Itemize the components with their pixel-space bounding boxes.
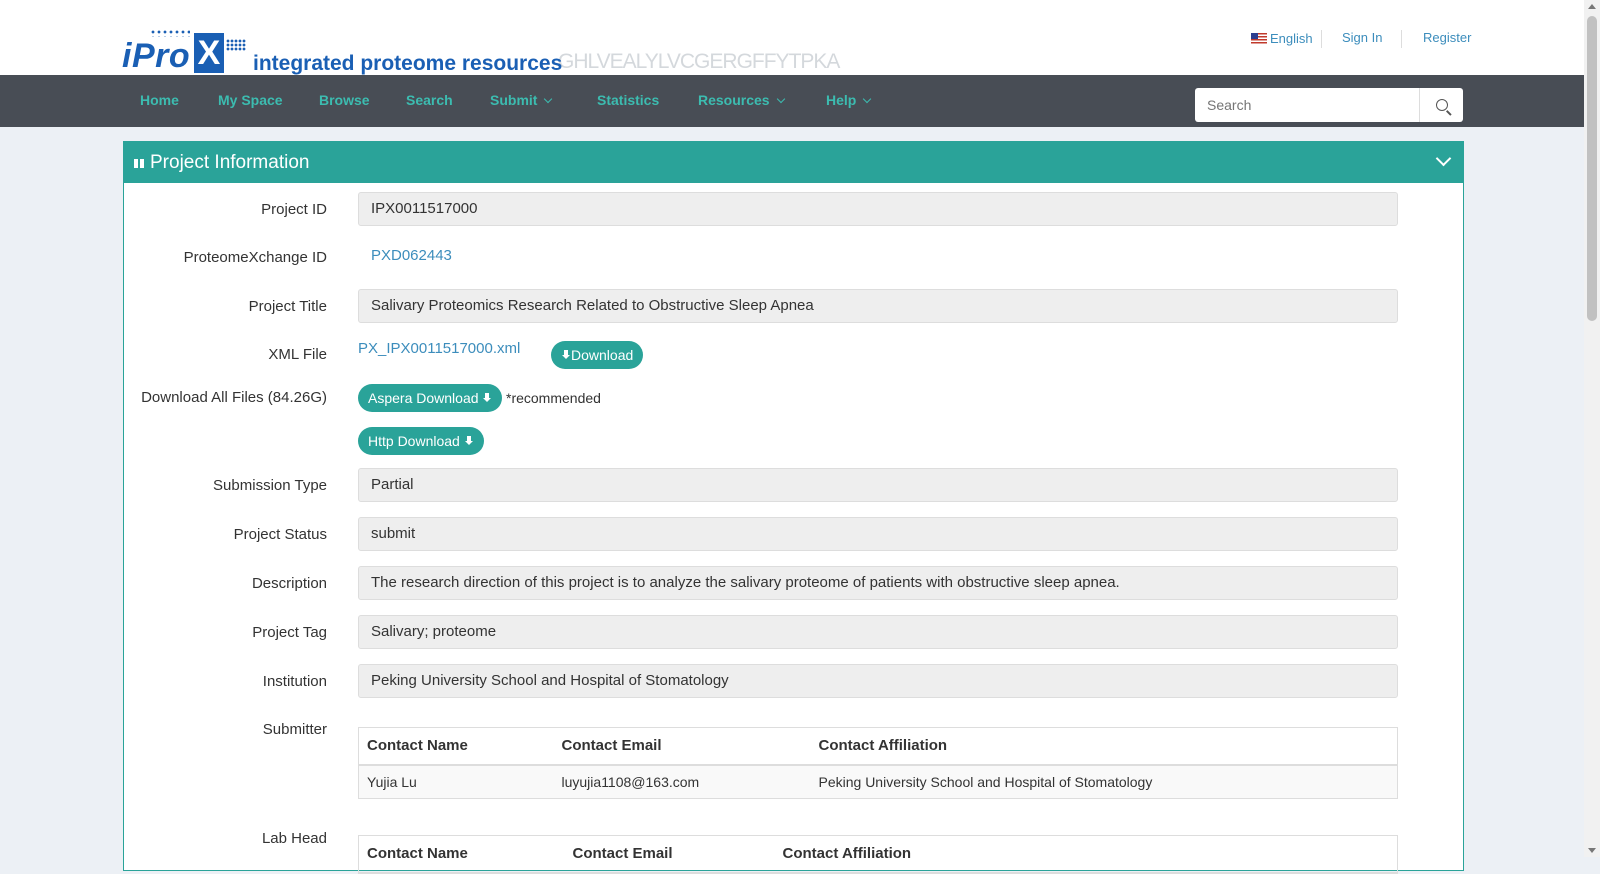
chevron-down-icon: [863, 94, 872, 104]
scrollbar-thumb[interactable]: [1587, 16, 1597, 321]
scroll-down-icon[interactable]: [1588, 848, 1596, 853]
divider: [1401, 30, 1402, 48]
column-header: Contact Email: [564, 835, 775, 874]
nav-browse[interactable]: Browse: [319, 92, 370, 108]
download-all-label: Download All Files (84.26G): [141, 389, 327, 406]
nav-resources[interactable]: Resources: [698, 92, 785, 108]
panel-header[interactable]: Project Information: [124, 142, 1463, 183]
register-link[interactable]: Register: [1423, 30, 1471, 45]
project-id-label: Project ID: [261, 201, 327, 218]
top-header: GHLVEALYLVCGERGFFYTPKA iPro X integrated…: [0, 0, 1584, 75]
project-status-field: submit: [358, 517, 1398, 551]
http-download-label: Http Download: [368, 433, 460, 449]
logo-dots-icon: [150, 29, 190, 37]
submission-type-field: Partial: [358, 468, 1398, 502]
description-label: Description: [251, 575, 327, 592]
project-id-field: IPX0011517000: [358, 192, 1398, 226]
sign-in-link[interactable]: Sign In: [1342, 30, 1382, 45]
http-download-button[interactable]: Http Download: [358, 427, 484, 455]
download-icon: [561, 350, 571, 361]
language-label: English: [1270, 31, 1313, 46]
project-tag-field: Salivary; proteome: [358, 615, 1398, 649]
column-header: Contact Name: [358, 835, 565, 874]
us-flag-icon: [1251, 33, 1267, 44]
panel-title: Project Information: [150, 152, 310, 173]
xml-download-label: Download: [571, 347, 634, 363]
gift-icon: [134, 156, 144, 168]
chevron-down-icon: [776, 94, 785, 104]
logo-subtitle: integrated proteome resources: [253, 52, 563, 75]
project-tag-label: Project Tag: [252, 624, 327, 641]
contact-affiliation-cell: Peking University School and Hospital of…: [810, 764, 1398, 799]
table-row: Yujia Lu luyujia1108@163.com Peking Univ…: [358, 764, 1398, 799]
divider: [1321, 30, 1322, 48]
institution-label: Institution: [262, 673, 327, 690]
project-information-panel: Project Information Project ID IPX001151…: [123, 141, 1464, 874]
nav-statistics[interactable]: Statistics: [597, 92, 659, 108]
column-header: Contact Name: [358, 727, 554, 766]
column-header: Contact Affiliation: [774, 835, 1398, 874]
submitter-table: Contact Name Contact Email Contact Affil…: [358, 727, 1398, 799]
logo-dots-icon: [226, 39, 246, 51]
xml-file-label: XML File: [268, 346, 327, 363]
nav-resources-label: Resources: [698, 92, 770, 108]
nav-home[interactable]: Home: [140, 92, 179, 108]
project-status-label: Project Status: [233, 526, 327, 543]
download-icon: [464, 436, 474, 447]
scroll-up-icon[interactable]: [1588, 4, 1596, 9]
institution-field: Peking University School and Hospital of…: [358, 664, 1398, 698]
description-field: The research direction of this project i…: [358, 566, 1398, 600]
chevron-down-icon: [544, 94, 553, 104]
contact-email-cell: luyujia1108@163.com: [553, 764, 811, 799]
aspera-download-label: Aspera Download: [368, 390, 479, 406]
page-scrollbar[interactable]: [1584, 0, 1600, 857]
search-button[interactable]: [1420, 88, 1463, 122]
search-box: [1195, 88, 1463, 122]
xml-download-button[interactable]: Download: [551, 341, 644, 369]
main-navbar: Home My Space Browse Search Submit Stati…: [0, 75, 1584, 127]
column-header: Contact Email: [553, 727, 811, 766]
lab-head-table: Contact Name Contact Email Contact Affil…: [358, 835, 1398, 874]
logo-ipro-text: iPro: [122, 37, 191, 75]
submission-type-label: Submission Type: [213, 477, 327, 494]
table-header-row: Contact Name Contact Email Contact Affil…: [358, 835, 1398, 874]
column-header: Contact Affiliation: [810, 727, 1398, 766]
nav-submit[interactable]: Submit: [490, 92, 553, 108]
iprox-logo[interactable]: GHLVEALYLVCGERGFFYTPKA iPro X integrated…: [122, 29, 842, 75]
search-icon: [1435, 99, 1448, 111]
recommended-note: *recommended: [506, 390, 601, 406]
nav-submit-label: Submit: [490, 92, 538, 108]
search-input[interactable]: [1195, 88, 1420, 122]
language-selector[interactable]: English: [1251, 31, 1313, 46]
nav-help[interactable]: Help: [826, 92, 872, 108]
collapse-chevron-icon[interactable]: [1435, 150, 1452, 167]
table-header-row: Contact Name Contact Email Contact Affil…: [358, 727, 1398, 766]
submitter-label: Submitter: [262, 721, 327, 738]
nav-help-label: Help: [826, 92, 857, 108]
download-icon: [482, 393, 492, 404]
logo-sequence: GHLVEALYLVCGERGFFYTPKA: [558, 50, 840, 73]
project-title-field: Salivary Proteomics Research Related to …: [358, 289, 1398, 323]
aspera-download-button[interactable]: Aspera Download: [358, 384, 503, 412]
px-id-link[interactable]: PXD062443: [371, 247, 452, 264]
nav-my-space[interactable]: My Space: [218, 92, 283, 108]
logo-x-text: X: [194, 33, 224, 73]
nav-search[interactable]: Search: [406, 92, 453, 108]
px-id-label: ProteomeXchange ID: [183, 249, 327, 266]
top-links: English Sign In Register: [1204, 28, 1584, 48]
xml-file-link[interactable]: PX_IPX0011517000.xml: [358, 340, 520, 357]
project-title-label: Project Title: [248, 298, 327, 315]
lab-head-label: Lab Head: [261, 830, 327, 847]
contact-name-cell: Yujia Lu: [358, 764, 554, 799]
